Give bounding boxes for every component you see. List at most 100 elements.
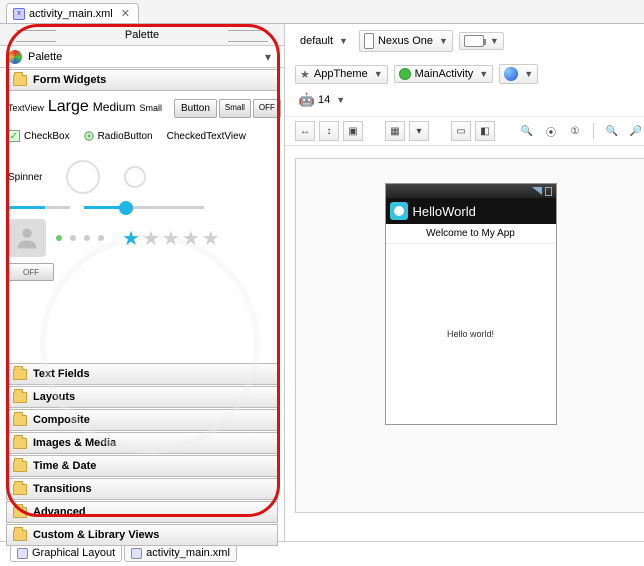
category-layouts[interactable]: Layouts bbox=[6, 386, 278, 408]
config-value: default bbox=[300, 35, 333, 47]
dot bbox=[84, 235, 90, 241]
category-label: Time & Date bbox=[33, 460, 96, 472]
category-transitions[interactable]: Transitions bbox=[6, 478, 278, 500]
app-body: Hello world! bbox=[386, 244, 556, 424]
status-bar bbox=[386, 184, 556, 198]
palette-icon bbox=[8, 50, 22, 64]
star-icon: ★ bbox=[162, 226, 180, 251]
star-icon: ★ bbox=[300, 68, 310, 81]
dropdown-icon: ▼ bbox=[339, 36, 348, 46]
dropdown-icon: ▼ bbox=[479, 69, 488, 79]
xml-icon bbox=[131, 548, 142, 559]
dot-active bbox=[56, 235, 62, 241]
toggle-outline-dd[interactable]: ▾ bbox=[409, 121, 429, 141]
locale-combo[interactable]: ▼ bbox=[499, 64, 538, 84]
toggle-outline-button[interactable]: ▦ bbox=[385, 121, 405, 141]
checkbox-label: CheckBox bbox=[24, 131, 70, 142]
close-icon[interactable]: ✕ bbox=[121, 7, 130, 20]
category-advanced[interactable]: Advanced bbox=[6, 501, 278, 523]
textview-row: TextView Large Medium Small Button Small… bbox=[8, 98, 276, 118]
folder-icon bbox=[13, 484, 27, 495]
app-icon bbox=[390, 202, 408, 220]
category-label: Composite bbox=[33, 414, 90, 426]
widget-progress-ring-large[interactable] bbox=[66, 160, 100, 194]
widget-off-button[interactable]: OFF bbox=[253, 99, 281, 118]
widget-small-text[interactable]: Small bbox=[139, 103, 162, 113]
api-value: 14 bbox=[318, 94, 330, 106]
category-label: Layouts bbox=[33, 391, 75, 403]
activity-combo[interactable]: MainActivity▼ bbox=[394, 65, 494, 83]
design-canvas[interactable]: HelloWorld Welcome to My App Hello world… bbox=[295, 158, 644, 513]
palette-header: Palette bbox=[0, 24, 284, 46]
category-form-widgets[interactable]: Form Widgets bbox=[6, 69, 278, 91]
toggle-fill-v-button[interactable]: ↕ bbox=[319, 121, 339, 141]
separator bbox=[593, 123, 594, 139]
chevron-down-icon[interactable]: ▾ bbox=[260, 50, 276, 64]
widget-button[interactable]: Button bbox=[174, 99, 217, 118]
dot bbox=[98, 235, 104, 241]
widget-checkedtextview[interactable]: CheckedTextView bbox=[167, 131, 246, 142]
widget-rating-bar[interactable]: ★ ★ ★ ★ ★ bbox=[122, 226, 220, 251]
category-custom-library[interactable]: Custom & Library Views bbox=[6, 524, 278, 546]
widget-large-text[interactable]: Large bbox=[48, 98, 89, 116]
widget-radiobutton[interactable]: RadioButton bbox=[84, 131, 153, 142]
toggle-fill-h-button[interactable]: ↔ bbox=[295, 121, 315, 141]
editor-tab-activity-main[interactable]: x activity_main.xml ✕ bbox=[6, 3, 139, 23]
theme-combo[interactable]: ★AppTheme▼ bbox=[295, 65, 388, 84]
toggle-wrap-button[interactable]: ▣ bbox=[343, 121, 363, 141]
zoom-out-button[interactable]: 🔍 bbox=[602, 121, 622, 141]
palette-header-label: Palette bbox=[125, 29, 159, 41]
config-combo[interactable]: default ▼ bbox=[295, 32, 353, 50]
widget-checkbox[interactable]: ✓ CheckBox bbox=[8, 130, 70, 142]
config-row-2: ★AppTheme▼ MainActivity▼ ▼ bbox=[285, 58, 644, 90]
widget-spinner[interactable]: Spinner bbox=[8, 172, 42, 183]
folder-icon bbox=[13, 438, 27, 449]
api-combo[interactable]: 🤖14▼ bbox=[295, 90, 350, 110]
widget-textview[interactable]: TextView bbox=[8, 103, 44, 113]
tab-xml-source[interactable]: activity_main.xml bbox=[124, 544, 237, 562]
widget-page-dots[interactable] bbox=[56, 235, 104, 241]
tab-label: activity_main.xml bbox=[146, 547, 230, 559]
dropdown-icon: ▼ bbox=[524, 69, 533, 79]
orientation-combo[interactable]: ▼ bbox=[459, 32, 504, 50]
widget-progress-bar[interactable] bbox=[8, 206, 70, 209]
folder-icon bbox=[13, 461, 27, 472]
zoom-100-button[interactable]: ① bbox=[565, 121, 585, 141]
device-preview[interactable]: HelloWorld Welcome to My App Hello world… bbox=[385, 183, 557, 425]
widget-quickcontact[interactable] bbox=[8, 219, 46, 257]
widget-seek-bar[interactable] bbox=[84, 206, 204, 209]
clip-button[interactable]: ◧ bbox=[475, 121, 495, 141]
category-label: Transitions bbox=[33, 483, 92, 495]
config-row-1: default ▼ Nexus One▼ ▼ bbox=[285, 24, 644, 58]
app-title-bar: HelloWorld bbox=[386, 198, 556, 224]
dropdown-icon: ▼ bbox=[439, 36, 448, 46]
category-time-date[interactable]: Time & Date bbox=[6, 455, 278, 477]
toolbar: ↔ ↕ ▣ ▦ ▾ ▭ ◧ 🔍 ⦿ ① 🔍 🔎 bbox=[285, 116, 644, 146]
category-label: Advanced bbox=[33, 506, 86, 518]
category-label: Custom & Library Views bbox=[33, 529, 159, 541]
zoom-reset-button[interactable]: ⦿ bbox=[541, 121, 561, 141]
checkbox-icon: ✓ bbox=[8, 130, 20, 142]
dropdown-icon: ▼ bbox=[490, 36, 499, 46]
widget-progress-ring-small[interactable] bbox=[124, 166, 146, 188]
category-label: Images & Media bbox=[33, 437, 116, 449]
star-icon: ★ bbox=[202, 226, 220, 251]
zoom-in-button[interactable]: 🔎 bbox=[626, 121, 644, 141]
android-icon: 🤖 bbox=[300, 93, 314, 107]
tab-graphical-layout[interactable]: Graphical Layout bbox=[10, 544, 122, 562]
widget-small-button[interactable]: Small bbox=[219, 99, 251, 118]
widget-toggle-off[interactable]: OFF bbox=[8, 263, 54, 281]
emulate-button[interactable]: ▭ bbox=[451, 121, 471, 141]
orientation-icon bbox=[464, 35, 484, 47]
category-composite[interactable]: Composite bbox=[6, 409, 278, 431]
zoom-fit-button[interactable]: 🔍 bbox=[517, 121, 537, 141]
category-images-media[interactable]: Images & Media bbox=[6, 432, 278, 454]
widget-medium-text[interactable]: Medium bbox=[93, 100, 136, 114]
config-row-3: 🤖14▼ bbox=[285, 90, 644, 116]
radio-label: RadioButton bbox=[98, 131, 153, 142]
seek-thumb[interactable] bbox=[119, 201, 133, 215]
category-text-fields[interactable]: Text Fields bbox=[6, 363, 278, 385]
palette-title-row[interactable]: Palette ▾ bbox=[0, 46, 284, 68]
device-combo[interactable]: Nexus One▼ bbox=[359, 30, 453, 52]
folder-icon bbox=[13, 530, 27, 541]
